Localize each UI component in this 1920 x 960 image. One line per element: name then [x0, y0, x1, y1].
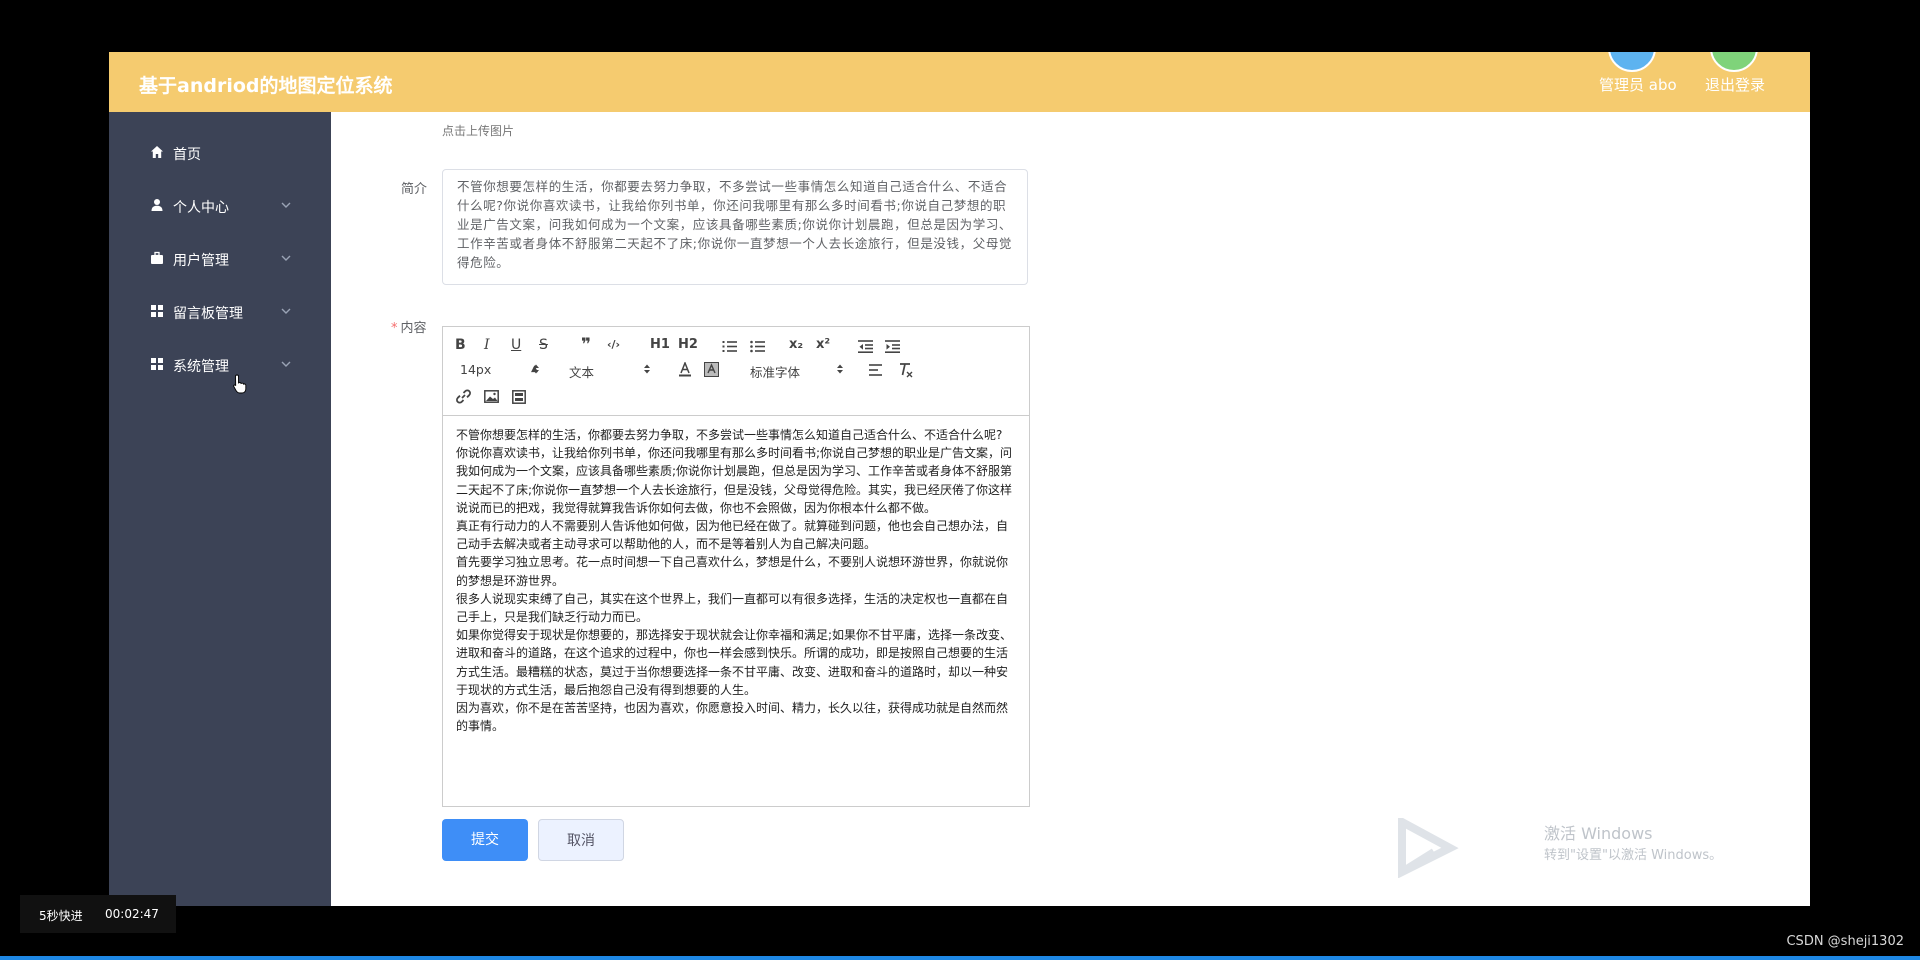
- sidebar-item-profile[interactable]: 个人中心: [109, 186, 331, 226]
- font-size-picker[interactable]: 14px ▲: [460, 362, 540, 377]
- rich-text-editor: B I U S ❞ ‹/› H1 H2 x₂ x² 14px ▲ 文本 标准字体…: [442, 326, 1030, 807]
- clear-format-icon[interactable]: [898, 362, 914, 378]
- submit-button[interactable]: 提交: [442, 819, 528, 861]
- intro-textarea[interactable]: 不管你想要怎样的生活，你都要去努力争取，不多尝试一些事情怎么知道自己适合什么、不…: [442, 169, 1028, 285]
- fast-forward-label[interactable]: 5秒快进: [39, 907, 83, 924]
- blockquote-button[interactable]: ❞: [581, 335, 591, 355]
- video-progress-bar[interactable]: [0, 956, 1920, 960]
- italic-button[interactable]: I: [484, 337, 490, 353]
- sidebar-item-home[interactable]: 首页: [109, 133, 331, 173]
- grid-icon: [151, 305, 163, 317]
- sidebar-item-label: 留言板管理: [173, 306, 243, 322]
- playback-time: 00:02:47: [105, 907, 159, 921]
- upload-hint: 点击上传图片: [442, 124, 515, 138]
- chevron-down-icon: [281, 308, 291, 314]
- intro-label: 简介: [401, 182, 428, 197]
- select-arrows-icon: [533, 364, 539, 374]
- logout-link[interactable]: 退出登录: [1705, 74, 1765, 95]
- admin-user-link[interactable]: 管理员 abo: [1599, 74, 1677, 95]
- editor-paragraph: 真正有行动力的人不需要别人告诉他如何做，因为他已经在做了。就算碰到问题，他也会自…: [456, 519, 1009, 552]
- sidebar-item-messageboard[interactable]: 留言板管理: [109, 292, 331, 332]
- content-label: * 内容: [391, 317, 427, 336]
- align-icon[interactable]: [869, 364, 884, 376]
- bullet-list-icon[interactable]: [750, 340, 765, 353]
- select-arrows-icon: [837, 364, 843, 374]
- main-content: 点击上传图片 简介 不管你想要怎样的生活，你都要去努力争取，不多尝试一些事情怎么…: [331, 112, 1810, 906]
- editor-paragraph: 首先要学习独立思考。花一点时间想一下自己喜欢什么，梦想是什么，不要别人说想环游世…: [456, 555, 1009, 588]
- video-overlay: 5秒快进 00:02:47: [20, 895, 176, 933]
- image-icon[interactable]: [484, 390, 499, 403]
- link-icon[interactable]: [456, 389, 471, 404]
- select-arrows-icon: [644, 364, 650, 374]
- subscript-button[interactable]: x₂: [789, 337, 803, 352]
- required-mark: *: [391, 321, 398, 336]
- sidebar-item-users[interactable]: 用户管理: [109, 239, 331, 279]
- editor-paragraph: 不管你想要怎样的生活，你都要去努力争取，不多尝试一些事情怎么知道自己适合什么、不…: [456, 428, 1003, 442]
- underline-button[interactable]: U: [511, 337, 521, 353]
- app-window: 基于andriod的地图定位系统 管理员 abo 退出登录 首页 个人中心 用户…: [109, 52, 1810, 906]
- chevron-down-icon: [281, 255, 291, 261]
- header-value: 文本: [569, 365, 595, 380]
- h2-button[interactable]: H2: [678, 337, 698, 352]
- user-icon: [151, 199, 163, 211]
- sidebar-item-label: 系统管理: [173, 359, 229, 375]
- font-color-icon[interactable]: [678, 362, 692, 377]
- editor-toolbar: B I U S ❞ ‹/› H1 H2 x₂ x² 14px ▲ 文本 标准字体: [443, 327, 1029, 416]
- sidebar-item-label: 首页: [173, 147, 201, 163]
- code-block-button[interactable]: ‹/›: [607, 338, 620, 351]
- indent-icon[interactable]: [885, 340, 900, 353]
- superscript-button[interactable]: x²: [816, 337, 830, 352]
- logout-avatar: [1710, 52, 1758, 72]
- font-family-value: 标准字体: [750, 365, 801, 380]
- editor-content[interactable]: 不管你想要怎样的生活，你都要去努力争取，不多尝试一些事情怎么知道自己适合什么、不…: [456, 426, 1018, 735]
- sidebar-item-system[interactable]: 系统管理: [109, 345, 331, 385]
- editor-paragraph: 因为喜欢，你不是在苦苦坚持，也因为喜欢，你愿意投入时间、精力，长久以往，获得成功…: [456, 701, 1009, 734]
- windows-logo-icon: [1398, 818, 1459, 878]
- h1-button[interactable]: H1: [650, 337, 670, 352]
- bold-button[interactable]: B: [455, 337, 466, 353]
- editor-paragraph: 很多人说现实束缚了自己，其实在这个世界上，我们一直都可以有很多选择，生活的决定权…: [456, 591, 1009, 625]
- font-size-value: 14px: [460, 362, 492, 377]
- app-title: 基于andriod的地图定位系统: [139, 75, 393, 97]
- activate-windows-line1: 激活 Windows: [1544, 824, 1653, 843]
- briefcase-icon: [151, 251, 163, 264]
- editor-paragraph: 你说你喜欢读书，让我给你列书单，你还问我哪里有那么多时间看书;你说自己梦想的职业…: [456, 446, 1013, 515]
- background-color-icon[interactable]: [704, 362, 719, 377]
- chevron-down-icon: [281, 202, 291, 208]
- outdent-icon[interactable]: [858, 340, 873, 353]
- sidebar: 首页 个人中心 用户管理 留言板管理 系统管理: [109, 112, 331, 906]
- avatar: [1608, 52, 1656, 72]
- cancel-button[interactable]: 取消: [538, 819, 624, 861]
- ordered-list-icon[interactable]: [722, 340, 737, 353]
- csdn-credit: CSDN @sheji1302: [1786, 934, 1904, 949]
- grid-icon: [151, 358, 163, 370]
- home-icon: [151, 146, 163, 158]
- font-family-picker[interactable]: 标准字体: [750, 362, 845, 381]
- chevron-down-icon: [281, 361, 291, 367]
- strike-button[interactable]: S: [539, 337, 548, 353]
- sidebar-item-label: 个人中心: [173, 200, 229, 216]
- top-header: 基于andriod的地图定位系统 管理员 abo 退出登录: [109, 52, 1810, 112]
- sidebar-item-label: 用户管理: [173, 253, 229, 269]
- activate-windows-line2: 转到"设置"以激活 Windows。: [1544, 848, 1723, 863]
- editor-paragraph: 如果你觉得安于现状是你想要的，那选择安于现状就会让你幸福和满足;如果你不甘平庸，…: [456, 628, 1013, 697]
- video-icon[interactable]: [512, 390, 526, 404]
- mouse-cursor-icon: [233, 374, 247, 394]
- content-label-text: 内容: [400, 321, 427, 336]
